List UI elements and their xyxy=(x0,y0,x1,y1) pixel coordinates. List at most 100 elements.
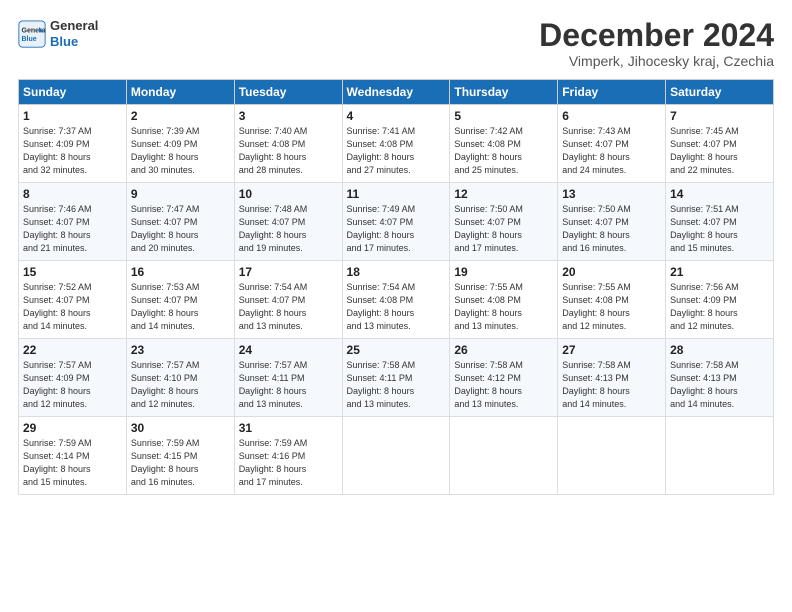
weekday-header-sunday: Sunday xyxy=(19,80,127,105)
weekday-header-row: SundayMondayTuesdayWednesdayThursdayFrid… xyxy=(19,80,774,105)
calendar-cell: 25Sunrise: 7:58 AM Sunset: 4:11 PM Dayli… xyxy=(342,339,450,417)
calendar-cell: 23Sunrise: 7:57 AM Sunset: 4:10 PM Dayli… xyxy=(126,339,234,417)
day-number: 17 xyxy=(239,265,338,279)
day-number: 16 xyxy=(131,265,230,279)
calendar-cell: 21 Sunrise: 7:56 AM Sunset: 4:09 PM Dayli… xyxy=(666,261,774,339)
day-info: Sunrise: 7:52 AM Sunset: 4:07 PM Dayligh… xyxy=(23,281,122,333)
calendar-cell: 31 Sunrise: 7:59 AM Sunset: 4:16 PM Dayli… xyxy=(234,417,342,495)
day-number: 22 xyxy=(23,343,122,357)
day-number: 24 xyxy=(239,343,338,357)
day-info: Sunrise: 7:57 AM Sunset: 4:10 PM Dayligh… xyxy=(131,359,230,411)
day-info: Sunrise: 7:55 AM Sunset: 4:08 PM Dayligh… xyxy=(454,281,553,333)
weekday-header-wednesday: Wednesday xyxy=(342,80,450,105)
calendar-cell: 5Sunrise: 7:42 AM Sunset: 4:08 PM Daylig… xyxy=(450,105,558,183)
day-info: Sunrise: 7:53 AM Sunset: 4:07 PM Dayligh… xyxy=(131,281,230,333)
day-number: 5 xyxy=(454,109,553,123)
day-info: Sunrise: 7:47 AM Sunset: 4:07 PM Dayligh… xyxy=(131,203,230,255)
calendar-cell: 14 Sunrise: 7:51 AM Sunset: 4:07 PM Dayli… xyxy=(666,183,774,261)
day-number: 12 xyxy=(454,187,553,201)
day-number: 27 xyxy=(562,343,661,357)
calendar-cell: 20Sunrise: 7:55 AM Sunset: 4:08 PM Dayli… xyxy=(558,261,666,339)
calendar-cell xyxy=(450,417,558,495)
weekday-header-tuesday: Tuesday xyxy=(234,80,342,105)
logo-line1: General xyxy=(50,18,98,33)
calendar-table: SundayMondayTuesdayWednesdayThursdayFrid… xyxy=(18,79,774,495)
day-number: 4 xyxy=(347,109,446,123)
calendar-week-row: 29 Sunrise: 7:59 AM Sunset: 4:14 PM Dayli… xyxy=(19,417,774,495)
day-number: 30 xyxy=(131,421,230,435)
logo-icon: General Blue xyxy=(18,20,46,48)
month-title: December 2024 xyxy=(539,18,774,53)
day-info: Sunrise: 7:50 AM Sunset: 4:07 PM Dayligh… xyxy=(454,203,553,255)
day-number: 3 xyxy=(239,109,338,123)
calendar-cell: 16 Sunrise: 7:53 AM Sunset: 4:07 PM Dayli… xyxy=(126,261,234,339)
calendar-cell: 24 Sunrise: 7:57 AM Sunset: 4:11 PM Dayli… xyxy=(234,339,342,417)
calendar-cell: 1 Sunrise: 7:37 AM Sunset: 4:09 PM Daylig… xyxy=(19,105,127,183)
day-number: 19 xyxy=(454,265,553,279)
logo-text: General Blue xyxy=(50,18,98,49)
page-container: General Blue General Blue December 2024 … xyxy=(0,0,792,505)
day-info: Sunrise: 7:58 AM Sunset: 4:13 PM Dayligh… xyxy=(562,359,661,411)
day-info: Sunrise: 7:37 AM Sunset: 4:09 PM Dayligh… xyxy=(23,125,122,177)
weekday-header-friday: Friday xyxy=(558,80,666,105)
weekday-header-monday: Monday xyxy=(126,80,234,105)
day-info: Sunrise: 7:57 AM Sunset: 4:09 PM Dayligh… xyxy=(23,359,122,411)
day-info: Sunrise: 7:58 AM Sunset: 4:12 PM Dayligh… xyxy=(454,359,553,411)
day-number: 31 xyxy=(239,421,338,435)
day-info: Sunrise: 7:46 AM Sunset: 4:07 PM Dayligh… xyxy=(23,203,122,255)
calendar-cell: 19 Sunrise: 7:55 AM Sunset: 4:08 PM Dayli… xyxy=(450,261,558,339)
calendar-cell: 27 Sunrise: 7:58 AM Sunset: 4:13 PM Dayli… xyxy=(558,339,666,417)
calendar-cell: 13 Sunrise: 7:50 AM Sunset: 4:07 PM Dayli… xyxy=(558,183,666,261)
day-number: 26 xyxy=(454,343,553,357)
day-number: 29 xyxy=(23,421,122,435)
logo: General Blue General Blue xyxy=(18,18,98,49)
day-number: 13 xyxy=(562,187,661,201)
day-number: 14 xyxy=(670,187,769,201)
day-info: Sunrise: 7:55 AM Sunset: 4:08 PM Dayligh… xyxy=(562,281,661,333)
day-info: Sunrise: 7:54 AM Sunset: 4:08 PM Dayligh… xyxy=(347,281,446,333)
calendar-week-row: 1 Sunrise: 7:37 AM Sunset: 4:09 PM Daylig… xyxy=(19,105,774,183)
calendar-cell: 18Sunrise: 7:54 AM Sunset: 4:08 PM Dayli… xyxy=(342,261,450,339)
day-number: 21 xyxy=(670,265,769,279)
day-number: 11 xyxy=(347,187,446,201)
day-info: Sunrise: 7:57 AM Sunset: 4:11 PM Dayligh… xyxy=(239,359,338,411)
day-number: 10 xyxy=(239,187,338,201)
location-subtitle: Vimperk, Jihocesky kraj, Czechia xyxy=(539,53,774,69)
day-info: Sunrise: 7:49 AM Sunset: 4:07 PM Dayligh… xyxy=(347,203,446,255)
calendar-cell: 6Sunrise: 7:43 AM Sunset: 4:07 PM Daylig… xyxy=(558,105,666,183)
calendar-cell: 26 Sunrise: 7:58 AM Sunset: 4:12 PM Dayli… xyxy=(450,339,558,417)
day-number: 1 xyxy=(23,109,122,123)
day-info: Sunrise: 7:40 AM Sunset: 4:08 PM Dayligh… xyxy=(239,125,338,177)
day-info: Sunrise: 7:58 AM Sunset: 4:11 PM Dayligh… xyxy=(347,359,446,411)
calendar-cell: 10Sunrise: 7:48 AM Sunset: 4:07 PM Dayli… xyxy=(234,183,342,261)
calendar-week-row: 15 Sunrise: 7:52 AM Sunset: 4:07 PM Dayli… xyxy=(19,261,774,339)
calendar-cell: 9Sunrise: 7:47 AM Sunset: 4:07 PM Daylig… xyxy=(126,183,234,261)
calendar-cell: 22 Sunrise: 7:57 AM Sunset: 4:09 PM Dayli… xyxy=(19,339,127,417)
logo-line2: Blue xyxy=(50,34,98,50)
calendar-cell: 8Sunrise: 7:46 AM Sunset: 4:07 PM Daylig… xyxy=(19,183,127,261)
calendar-cell: 15 Sunrise: 7:52 AM Sunset: 4:07 PM Dayli… xyxy=(19,261,127,339)
day-info: Sunrise: 7:51 AM Sunset: 4:07 PM Dayligh… xyxy=(670,203,769,255)
day-info: Sunrise: 7:41 AM Sunset: 4:08 PM Dayligh… xyxy=(347,125,446,177)
calendar-week-row: 22 Sunrise: 7:57 AM Sunset: 4:09 PM Dayli… xyxy=(19,339,774,417)
day-info: Sunrise: 7:59 AM Sunset: 4:15 PM Dayligh… xyxy=(131,437,230,489)
calendar-cell: 29 Sunrise: 7:59 AM Sunset: 4:14 PM Dayli… xyxy=(19,417,127,495)
calendar-cell: 12 Sunrise: 7:50 AM Sunset: 4:07 PM Dayli… xyxy=(450,183,558,261)
calendar-cell xyxy=(558,417,666,495)
day-number: 7 xyxy=(670,109,769,123)
calendar-cell: 11 Sunrise: 7:49 AM Sunset: 4:07 PM Dayli… xyxy=(342,183,450,261)
day-info: Sunrise: 7:39 AM Sunset: 4:09 PM Dayligh… xyxy=(131,125,230,177)
calendar-cell: 3 Sunrise: 7:40 AM Sunset: 4:08 PM Daylig… xyxy=(234,105,342,183)
day-number: 2 xyxy=(131,109,230,123)
day-number: 15 xyxy=(23,265,122,279)
weekday-header-saturday: Saturday xyxy=(666,80,774,105)
weekday-header-thursday: Thursday xyxy=(450,80,558,105)
title-block: December 2024 Vimperk, Jihocesky kraj, C… xyxy=(539,18,774,69)
calendar-cell: 7Sunrise: 7:45 AM Sunset: 4:07 PM Daylig… xyxy=(666,105,774,183)
day-info: Sunrise: 7:50 AM Sunset: 4:07 PM Dayligh… xyxy=(562,203,661,255)
day-info: Sunrise: 7:58 AM Sunset: 4:13 PM Dayligh… xyxy=(670,359,769,411)
day-info: Sunrise: 7:59 AM Sunset: 4:16 PM Dayligh… xyxy=(239,437,338,489)
calendar-cell: 30 Sunrise: 7:59 AM Sunset: 4:15 PM Dayli… xyxy=(126,417,234,495)
day-info: Sunrise: 7:59 AM Sunset: 4:14 PM Dayligh… xyxy=(23,437,122,489)
day-info: Sunrise: 7:56 AM Sunset: 4:09 PM Dayligh… xyxy=(670,281,769,333)
